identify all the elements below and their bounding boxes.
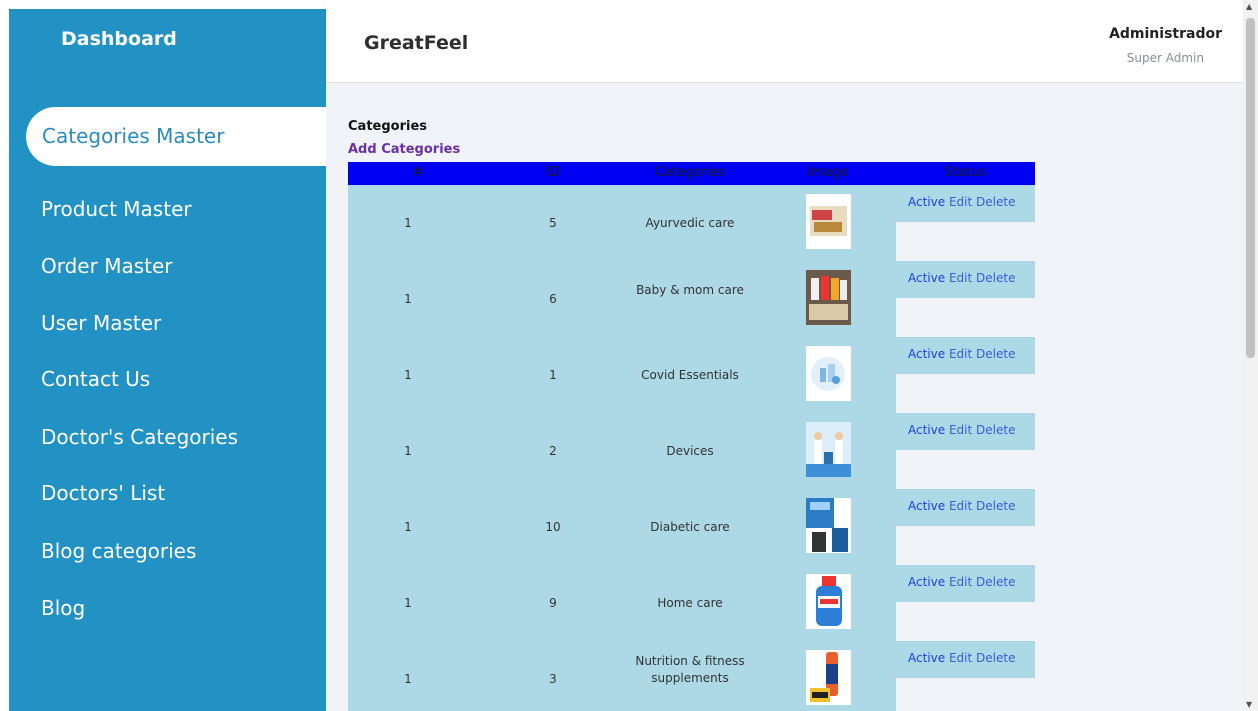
row-id: 6 <box>549 292 557 306</box>
category-image <box>806 194 851 249</box>
column-header-num: # <box>412 165 424 180</box>
row-actions: Active Edit Delete <box>908 195 1015 209</box>
column-header-image: Image <box>807 165 849 180</box>
active-button[interactable]: Active <box>908 423 945 437</box>
row-num: 1 <box>404 216 412 230</box>
edit-button[interactable]: Edit <box>949 651 972 665</box>
edit-button[interactable]: Edit <box>949 575 972 589</box>
row-actions: Active Edit Delete <box>908 271 1015 285</box>
row-category: Baby & mom care <box>636 283 744 297</box>
user-role: Super Admin <box>1126 51 1204 65</box>
row-category: Ayurvedic care <box>645 216 735 230</box>
row-actions: Active Edit Delete <box>908 575 1015 589</box>
row-id: 3 <box>549 672 557 686</box>
category-image <box>806 574 851 629</box>
row-id: 9 <box>549 596 557 610</box>
user-name[interactable]: Administrador <box>1109 26 1222 42</box>
row-num: 1 <box>404 596 412 610</box>
category-image <box>806 270 851 325</box>
delete-button[interactable]: Delete <box>976 347 1015 361</box>
row-id: 10 <box>545 520 561 534</box>
sidebar-item-contact-us[interactable]: Contact Us <box>41 367 150 391</box>
sidebar-item-categories-master[interactable]: Categories Master <box>26 107 326 166</box>
sidebar-item-user-master[interactable]: User Master <box>41 311 161 335</box>
row-category: Diabetic care <box>650 520 730 534</box>
row-category: Devices <box>666 444 714 458</box>
row-num: 1 <box>404 672 412 686</box>
delete-button[interactable]: Delete <box>976 499 1015 513</box>
sidebar-brand[interactable]: Dashboard <box>61 28 177 50</box>
table-row: 1 9 Home care Active Edit Delete <box>348 565 1035 641</box>
table-row: 1 5 Ayurvedic care Active Edit Delete <box>348 185 1035 261</box>
table-header-row: # ID Categories Image Status <box>348 162 1035 185</box>
category-image <box>806 422 851 477</box>
top-header: GreatFeel Administrador Super Admin <box>326 0 1243 83</box>
row-actions: Active Edit Delete <box>908 651 1015 665</box>
scroll-down-icon[interactable]: ▼ <box>1246 700 1252 709</box>
row-num: 1 <box>404 292 412 306</box>
edit-button[interactable]: Edit <box>949 271 972 285</box>
page-scrollbar[interactable]: ▲ ▼ <box>1243 0 1258 711</box>
category-image <box>806 498 851 553</box>
row-num: 1 <box>404 520 412 534</box>
delete-button[interactable]: Delete <box>976 575 1015 589</box>
row-category: Home care <box>657 596 723 610</box>
row-category: Covid Essentials <box>641 368 739 382</box>
active-button[interactable]: Active <box>908 499 945 513</box>
row-id: 5 <box>549 216 557 230</box>
delete-button[interactable]: Delete <box>976 195 1015 209</box>
sidebar-item-order-master[interactable]: Order Master <box>41 254 173 278</box>
active-button[interactable]: Active <box>908 347 945 361</box>
table-row: 1 6 Baby & mom care Active Edit Delete <box>348 261 1035 337</box>
row-id: 2 <box>549 444 557 458</box>
sidebar: Dashboard Categories Master Product Mast… <box>9 9 326 711</box>
categories-table: # ID Categories Image Status 1 5 Ayurved… <box>348 162 1035 711</box>
app-title: GreatFeel <box>364 32 469 54</box>
delete-button[interactable]: Delete <box>976 651 1015 665</box>
delete-button[interactable]: Delete <box>976 423 1015 437</box>
row-num: 1 <box>404 444 412 458</box>
edit-button[interactable]: Edit <box>949 195 972 209</box>
table-row: 1 3 Nutrition & fitness supplements Acti… <box>348 641 1035 711</box>
sidebar-item-product-master[interactable]: Product Master <box>41 197 192 221</box>
row-actions: Active Edit Delete <box>908 423 1015 437</box>
add-categories-link[interactable]: Add Categories <box>348 142 460 157</box>
sidebar-item-blog[interactable]: Blog <box>41 596 85 620</box>
edit-button[interactable]: Edit <box>949 499 972 513</box>
column-header-status: Status <box>944 165 987 180</box>
active-button[interactable]: Active <box>908 575 945 589</box>
table-row: 1 1 Covid Essentials Active Edit Delete <box>348 337 1035 413</box>
sidebar-item-doctors-list[interactable]: Doctors' List <box>41 481 165 505</box>
delete-button[interactable]: Delete <box>976 271 1015 285</box>
page-title: Categories <box>348 119 428 134</box>
active-button[interactable]: Active <box>908 195 945 209</box>
edit-button[interactable]: Edit <box>949 347 972 361</box>
edit-button[interactable]: Edit <box>949 423 972 437</box>
scroll-up-icon[interactable]: ▲ <box>1246 2 1252 11</box>
row-num: 1 <box>404 368 412 382</box>
active-button[interactable]: Active <box>908 651 945 665</box>
row-id: 1 <box>549 368 557 382</box>
column-header-id: ID <box>546 165 560 180</box>
scrollbar-thumb[interactable] <box>1246 18 1255 358</box>
table-row: 1 2 Devices Active Edit Delete <box>348 413 1035 489</box>
row-actions: Active Edit Delete <box>908 347 1015 361</box>
row-actions: Active Edit Delete <box>908 499 1015 513</box>
table-row: 1 10 Diabetic care Active Edit Delete <box>348 489 1035 565</box>
main-content: Categories Add Categories # ID Categorie… <box>326 84 1243 711</box>
sidebar-item-blog-categories[interactable]: Blog categories <box>41 539 196 563</box>
row-category: Nutrition & fitness supplements <box>635 654 745 685</box>
category-image <box>806 650 851 705</box>
active-button[interactable]: Active <box>908 271 945 285</box>
sidebar-item-doctors-categories[interactable]: Doctor's Categories <box>41 425 238 449</box>
column-header-categories: Categories <box>654 165 726 180</box>
category-image <box>806 346 851 401</box>
